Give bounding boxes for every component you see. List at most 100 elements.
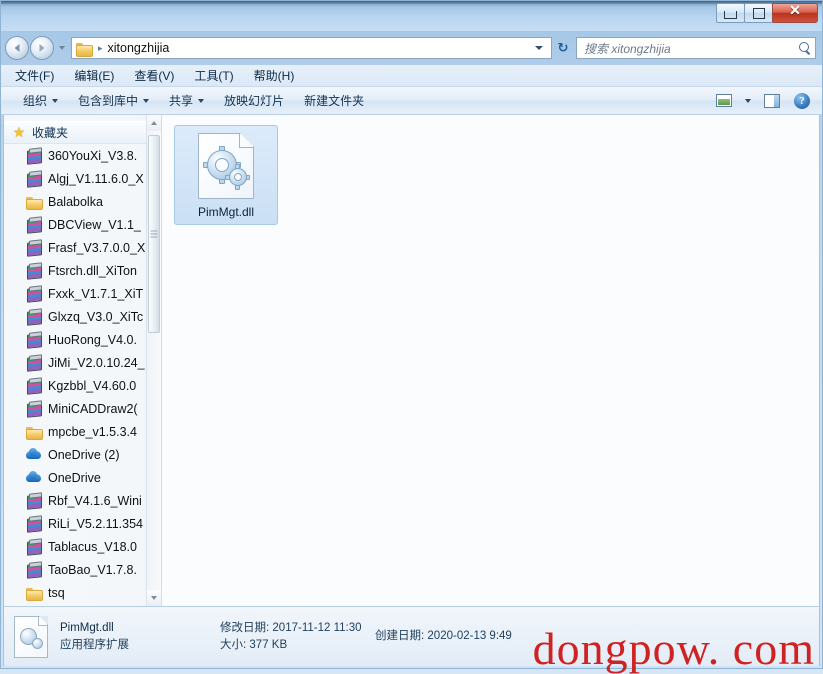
recent-pages-dropdown[interactable] [55, 37, 68, 59]
folder-icon [76, 42, 92, 55]
sidebar-item-fxxk[interactable]: Fxxk_V1.7.1_XiT [4, 282, 161, 305]
command-toolbar: 组织 包含到库中 共享 放映幻灯片 新建文件夹 ? [1, 87, 822, 115]
sidebar-item-label: 360YouXi_V3.8. [48, 149, 137, 163]
chevron-down-icon [198, 99, 204, 103]
sidebar-item-frasf[interactable]: Frasf_V3.7.0.0_X [4, 236, 161, 259]
toolbar-button-new-folder[interactable]: 新建文件夹 [294, 89, 374, 112]
breadcrumb-separator-icon: ▸ [98, 43, 103, 54]
chevron-down-icon[interactable] [529, 46, 549, 50]
forward-button[interactable] [30, 36, 54, 60]
preview-pane-button[interactable] [758, 90, 786, 112]
watermark-text: dongpow. com [533, 626, 815, 672]
title-bar: ✕ [1, 1, 822, 31]
sidebar-item-label: Kgzbbl_V4.60.0 [48, 379, 136, 393]
sidebar-item-kgzbbl[interactable]: Kgzbbl_V4.60.0 [4, 374, 161, 397]
winrar-archive-icon [26, 378, 42, 394]
sidebar-item-tsq[interactable]: tsq [4, 581, 161, 604]
sidebar-item-minicaddraw[interactable]: MiniCADDraw2( [4, 397, 161, 420]
explorer-body: ★ 收藏夹 360YouXi_V3.8. Algj_V1.11.6.0_X Ba… [3, 115, 820, 606]
preview-pane-icon [764, 94, 780, 108]
winrar-archive-icon [26, 148, 42, 164]
sidebar-item-label: MiniCADDraw2( [48, 402, 138, 416]
winrar-archive-icon [26, 539, 42, 555]
menu-item-view[interactable]: 查看(V) [132, 66, 176, 85]
winrar-archive-icon [26, 263, 42, 279]
details-modified-row: 修改日期: 2017-11-12 11:30 [220, 620, 375, 637]
toolbar-button-new-folder-label: 新建文件夹 [304, 92, 364, 109]
sidebar-item-onedrive-2[interactable]: OneDrive (2) [4, 443, 161, 466]
menu-item-file[interactable]: 文件(F) [13, 66, 56, 85]
toolbar-right-group: ? [710, 90, 816, 112]
scrollbar-thumb[interactable] [148, 135, 160, 333]
change-view-dropdown[interactable] [740, 90, 756, 112]
search-icon [798, 42, 811, 55]
navigation-pane-scrollbar[interactable] [146, 115, 161, 606]
sidebar-item-tablacus[interactable]: Tablacus_V18.0 [4, 535, 161, 558]
sidebar-item-label: mpcbe_v1.5.3.4 [48, 425, 137, 439]
search-box[interactable]: 搜索 xitongzhijia [576, 37, 816, 59]
minimize-button[interactable] [716, 3, 745, 23]
page-fold-corner [38, 616, 48, 626]
title-bar-glass-edge [1, 1, 822, 4]
sidebar-item-glxzq[interactable]: Glxzq_V3.0_XiTc [4, 305, 161, 328]
back-button[interactable] [5, 36, 29, 60]
details-columns: PimMgt.dll 应用程序扩展 修改日期: 2017-11-12 11:30… [60, 620, 512, 654]
nav-group-favorites[interactable]: ★ 收藏夹 [4, 121, 161, 144]
sidebar-item-huorong[interactable]: HuoRong_V4.0. [4, 328, 161, 351]
sidebar-item-label: Frasf_V3.7.0.0_X [48, 241, 145, 255]
winrar-archive-icon [26, 562, 42, 578]
toolbar-button-slideshow[interactable]: 放映幻灯片 [214, 89, 294, 112]
maximize-button[interactable] [744, 3, 773, 23]
menu-item-edit[interactable]: 编辑(E) [72, 66, 116, 85]
details-size-value: 377 KB [249, 639, 287, 651]
sidebar-item-balabolka[interactable]: Balabolka [4, 190, 161, 213]
address-bar-row: ▸ xitongzhijia ↻ 搜索 xitongzhijia [1, 31, 822, 65]
star-icon: ★ [12, 126, 26, 140]
dll-file-icon-small [14, 616, 48, 658]
details-created-value: 2020-02-13 9:49 [427, 630, 511, 642]
sidebar-item-rbf[interactable]: Rbf_V4.1.6_Wini [4, 489, 161, 512]
refresh-button[interactable]: ↻ [552, 37, 574, 59]
details-modified-value: 2017-11-12 11:30 [272, 622, 361, 634]
sidebar-item-360youxi[interactable]: 360YouXi_V3.8. [4, 144, 161, 167]
toolbar-button-share[interactable]: 共享 [159, 89, 214, 112]
change-view-button[interactable] [710, 90, 738, 112]
search-input-placeholder[interactable]: 搜索 xitongzhijia [584, 40, 798, 57]
winrar-archive-icon [26, 217, 42, 233]
sidebar-item-label: Balabolka [48, 195, 103, 209]
folder-icon [26, 194, 42, 210]
details-pane: PimMgt.dll 应用程序扩展 修改日期: 2017-11-12 11:30… [3, 606, 820, 666]
sidebar-item-label: Ftsrch.dll_XiTon [48, 264, 137, 278]
scroll-up-button[interactable] [147, 115, 161, 131]
close-button[interactable]: ✕ [772, 3, 818, 23]
toolbar-button-organize[interactable]: 组织 [13, 89, 68, 112]
dll-file-icon [198, 133, 254, 199]
sidebar-item-rili[interactable]: RiLi_V5.2.11.354 [4, 512, 161, 535]
help-button[interactable]: ? [788, 90, 816, 112]
menu-item-tools[interactable]: 工具(T) [192, 66, 235, 85]
sidebar-item-label: tsq [48, 586, 65, 600]
file-item-pimmgt-dll[interactable]: PimMgt.dll [174, 125, 278, 225]
toolbar-button-include-in-library[interactable]: 包含到库中 [68, 89, 159, 112]
winrar-archive-icon [26, 309, 42, 325]
details-created-label: 创建日期: [375, 630, 424, 642]
file-list-pane[interactable]: PimMgt.dll [162, 115, 819, 606]
details-file-type: 应用程序扩展 [60, 637, 220, 654]
menu-item-help[interactable]: 帮助(H) [252, 66, 297, 85]
sidebar-item-onedrive[interactable]: OneDrive [4, 466, 161, 489]
sidebar-item-dbcview[interactable]: DBCView_V1.1_ [4, 213, 161, 236]
sidebar-item-taobao[interactable]: TaoBao_V1.7.8. [4, 558, 161, 581]
details-column-created: 创建日期: 2020-02-13 9:49 [375, 628, 512, 645]
sidebar-item-mpcbe[interactable]: mpcbe_v1.5.3.4 [4, 420, 161, 443]
breadcrumb-segment-xitongzhijia[interactable]: xitongzhijia [108, 41, 170, 55]
sidebar-item-label: Fxxk_V1.7.1_XiT [48, 287, 143, 301]
scroll-down-button[interactable] [147, 590, 161, 606]
sidebar-item-jimi[interactable]: JiMi_V2.0.10.24_ [4, 351, 161, 374]
sidebar-item-ftsrch[interactable]: Ftsrch.dll_XiTon [4, 259, 161, 282]
onedrive-icon [26, 447, 42, 463]
toolbar-button-organize-label: 组织 [23, 92, 47, 109]
details-created-row: 创建日期: 2020-02-13 9:49 [375, 628, 512, 645]
address-bar[interactable]: ▸ xitongzhijia [71, 37, 552, 59]
winrar-archive-icon [26, 171, 42, 187]
sidebar-item-algj[interactable]: Algj_V1.11.6.0_X [4, 167, 161, 190]
